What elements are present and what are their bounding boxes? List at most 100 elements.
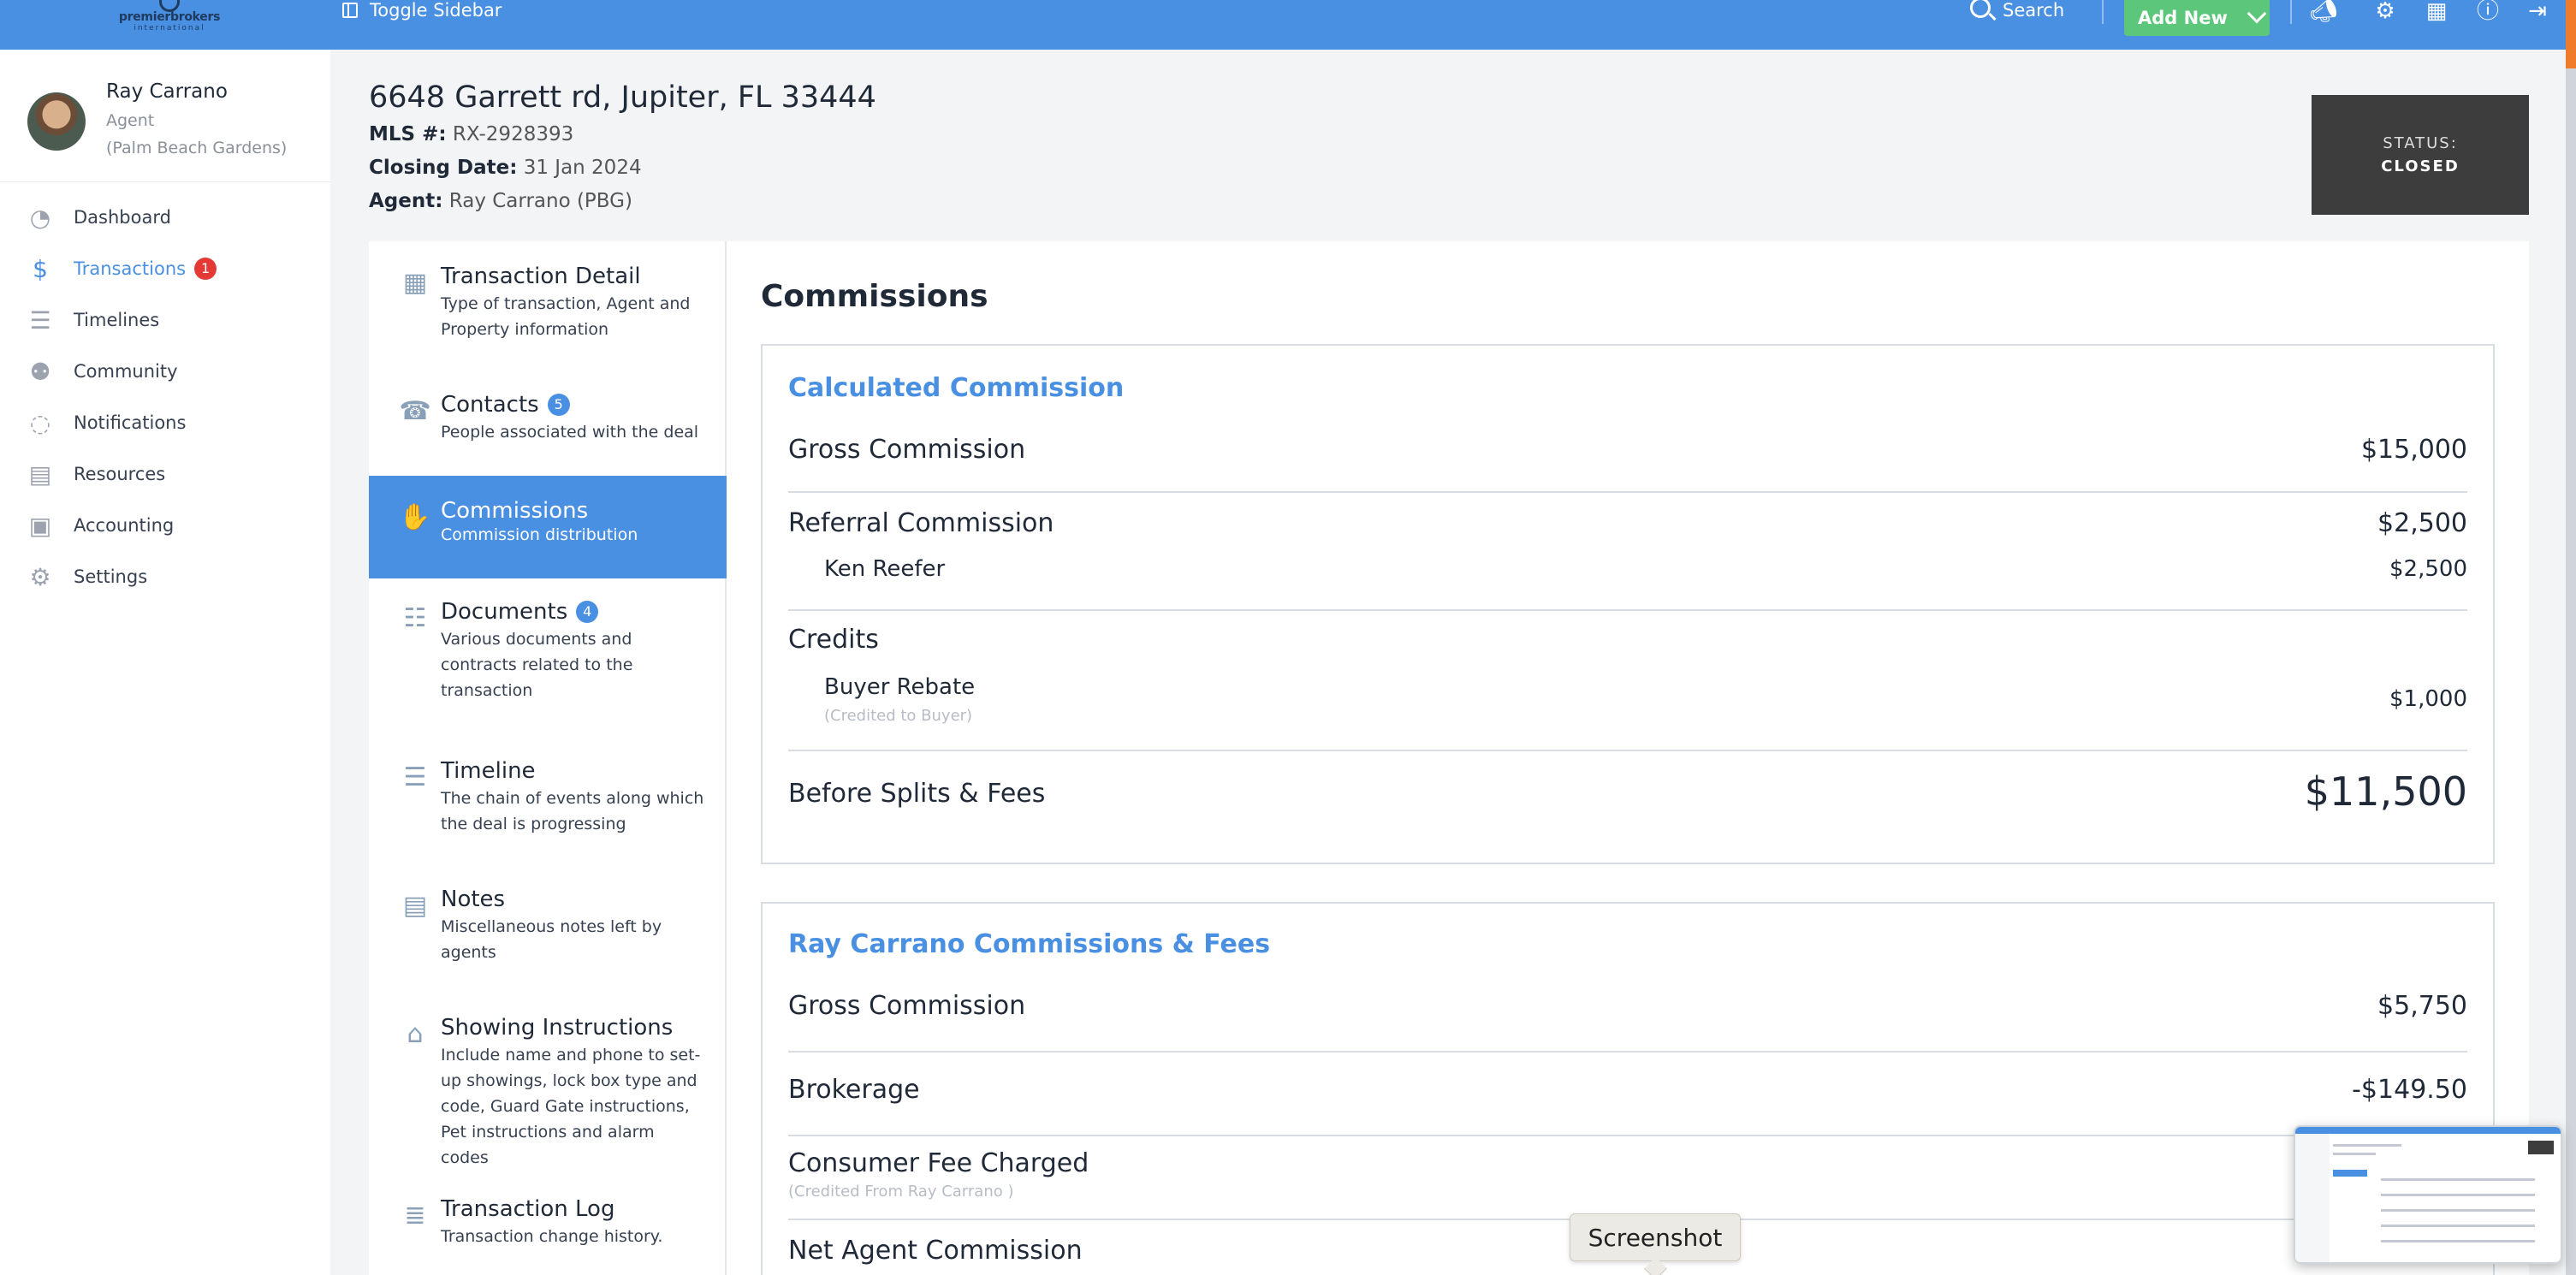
thumbnail-line	[2381, 1178, 2535, 1181]
sidebar-item-community[interactable]: ⚉ Community	[26, 354, 177, 388]
gear-icon[interactable]: ⚙	[2372, 0, 2398, 22]
toggle-sidebar-button[interactable]: Toggle Sidebar	[342, 0, 502, 21]
agent-label: Agent:	[369, 190, 443, 212]
search-label: Search	[2003, 0, 2065, 21]
section-desc: Various documents and contracts related …	[441, 630, 633, 700]
sidebar-item-settings[interactable]: ⚙ Settings	[26, 560, 147, 594]
document-icon: ☷	[403, 602, 427, 633]
row-divider	[788, 491, 2467, 493]
section-title: Showing Instructions	[441, 1015, 674, 1041]
closing-date-label: Closing Date:	[369, 157, 518, 179]
thumbnail-sidebar	[2295, 1134, 2330, 1262]
logout-icon[interactable]: ⇥	[2525, 0, 2550, 22]
tab-commissions[interactable]: ✋ Commissions Commission distribution	[369, 476, 727, 578]
row-value: $1,000	[2389, 686, 2467, 712]
tab-contacts[interactable]: ☎ Contacts 5 People associated with the d…	[369, 392, 727, 477]
sidebar-item-dashboard[interactable]: ◔ Dashboard	[26, 200, 171, 234]
top-bar: premierbrokers international Toggle Side…	[0, 0, 2576, 50]
sidebar-item-label: Settings	[74, 566, 148, 587]
row-label: Gross Commission	[788, 435, 1026, 465]
documents-count-badge: 4	[576, 601, 599, 623]
transactions-count-badge: 1	[194, 258, 217, 280]
closing-date-line: Closing Date: 31 Jan 2024	[369, 157, 642, 179]
phone-book-icon: ☎	[399, 395, 431, 426]
avatar[interactable]	[27, 92, 86, 151]
thumbnail-line	[2381, 1225, 2535, 1227]
section-title-text: Contacts	[441, 392, 539, 418]
agent-value: Ray Carrano (PBG)	[448, 190, 632, 212]
tab-transaction-detail[interactable]: ▦ Transaction Detail Type of transaction…	[369, 264, 727, 375]
brand-logo[interactable]: premierbrokers international	[110, 0, 229, 36]
note-icon: ▤	[402, 890, 428, 921]
help-icon[interactable]: ⓘ	[2475, 0, 2501, 22]
sidebar-item-resources[interactable]: ▤ Resources	[26, 457, 165, 491]
row-value: $2,500	[2389, 556, 2467, 582]
section-title: Timeline	[441, 758, 536, 784]
row-label: Before Splits & Fees	[788, 779, 1046, 809]
folder-icon: ▤	[28, 460, 52, 489]
tab-showing-instructions[interactable]: ⌂ Showing Instructions Include name and …	[369, 1015, 727, 1167]
section-desc: Include name and phone to set-up showing…	[441, 1046, 701, 1167]
card-title: Ray Carrano Commissions & Fees	[788, 929, 1271, 959]
row-label: Ken Reefer	[824, 556, 946, 582]
toggle-sidebar-label: Toggle Sidebar	[370, 0, 502, 21]
user-office: (Palm Beach Gardens)	[106, 139, 288, 157]
row-divider	[788, 1051, 2467, 1053]
gross-commission-row: Gross Commission $15,000	[788, 435, 2467, 469]
search-button[interactable]: Search	[1970, 0, 2064, 21]
sidebar-item-label: Resources	[74, 464, 166, 484]
row-note: (Credited to Buyer)	[824, 707, 973, 725]
section-desc: Transaction change history.	[441, 1227, 663, 1246]
status-label: STATUS:	[2383, 134, 2458, 152]
row-value: $2,500	[2377, 508, 2467, 538]
thumbnail-line	[2381, 1194, 2535, 1196]
brand-name: premierbrokers	[118, 10, 221, 24]
sidebar-divider	[0, 181, 330, 182]
gauge-icon: ◔	[29, 203, 51, 232]
row-label: Net Agent Commission	[788, 1236, 1083, 1266]
add-new-button[interactable]: Add New	[2124, 0, 2270, 36]
topbar-divider	[2290, 0, 2292, 24]
chevron-down-icon	[2247, 3, 2267, 24]
calculator-icon[interactable]: ▦	[2424, 0, 2449, 22]
thumbnail-line	[2381, 1240, 2535, 1242]
before-splits-row: Before Splits & Fees $11,500	[788, 768, 2467, 828]
screenshot-thumbnail[interactable]	[2294, 1125, 2562, 1264]
tab-timeline[interactable]: ☰ Timeline The chain of events along whi…	[369, 758, 727, 852]
calculated-commission-card: Calculated Commission Gross Commission $…	[761, 344, 2495, 864]
sidebar-item-label: Accounting	[74, 515, 175, 536]
tab-notes[interactable]: ▤ Notes Miscellaneous notes left by agen…	[369, 887, 727, 981]
house-icon: ⌂	[407, 1018, 424, 1049]
row-label: Referral Commission	[788, 508, 1054, 538]
thumbnail-line	[2381, 1209, 2535, 1212]
log-icon: ≣	[404, 1200, 426, 1231]
tab-documents[interactable]: ☷ Documents 4 Various documents and contr…	[369, 599, 727, 727]
mls-value: RX-2928393	[452, 123, 574, 145]
topbar-divider	[2102, 0, 2104, 24]
agent-gross-commission-row: Gross Commission $5,750	[788, 991, 2467, 1025]
section-desc: Commission distribution	[441, 525, 638, 544]
row-label: Credits	[788, 625, 879, 655]
user-name: Ray Carrano	[106, 80, 228, 103]
section-title: Documents 4	[441, 599, 706, 625]
row-label: Consumer Fee Charged	[788, 1148, 1089, 1178]
sidebar-item-accounting[interactable]: ▣ Accounting	[26, 508, 175, 543]
sidebar-item-timelines[interactable]: ☰ Timelines	[26, 303, 159, 337]
mls-line: MLS #: RX-2928393	[369, 123, 573, 145]
calculator-icon: ▣	[28, 511, 52, 540]
sidebar-item-notifications[interactable]: ◌ Notifications	[26, 406, 187, 440]
sidebar-item-label: Dashboard	[74, 207, 171, 228]
search-icon	[1970, 0, 1991, 18]
page-scrollbar[interactable]	[2566, 68, 2576, 1275]
thumbnail-topbar	[2295, 1127, 2561, 1134]
megaphone-icon[interactable]: 📣︎	[2310, 0, 2338, 22]
chat-bubble-icon: ◌	[29, 408, 51, 437]
brokerage-row: Brokerage -$149.50	[788, 1075, 2467, 1109]
tab-transaction-log[interactable]: ≣ Transaction Log Transaction change his…	[369, 1196, 727, 1265]
section-title: Notes	[441, 887, 506, 912]
consumer-fee-row: Consumer Fee Charged (Credited From Ray …	[788, 1148, 2467, 1203]
section-title: Commissions	[441, 498, 589, 524]
sidebar-item-transactions[interactable]: $ Transactions 1	[26, 252, 217, 286]
row-divider	[788, 1135, 2467, 1136]
sidebar-item-label: Transactions	[74, 258, 187, 279]
